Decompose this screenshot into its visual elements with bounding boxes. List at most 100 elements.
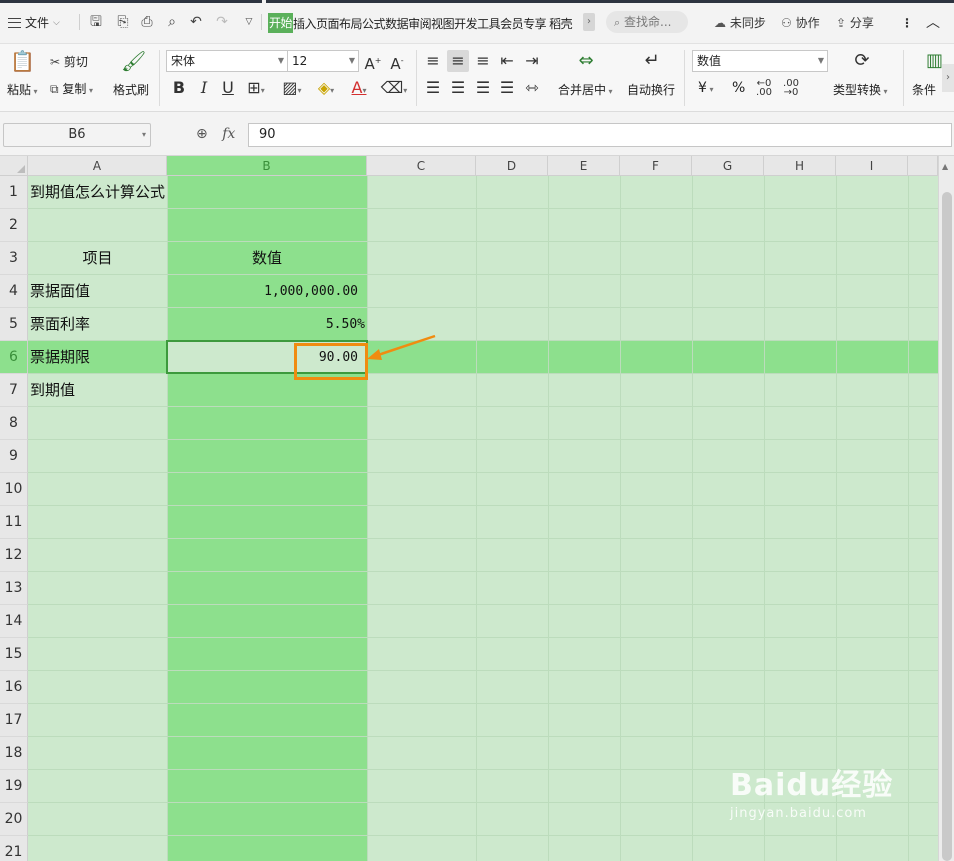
currency-button[interactable]: ¥ ▾	[698, 80, 713, 96]
row-header[interactable]: 15	[0, 638, 28, 671]
cell-a1[interactable]: 到期值怎么计算公式	[30, 176, 165, 209]
tab-home[interactable]: 开始	[268, 13, 294, 33]
merge-center-icon[interactable]: ⇔	[574, 52, 598, 70]
column-header-g[interactable]: G	[692, 156, 764, 176]
row-header[interactable]: 7	[0, 374, 28, 407]
number-format-select[interactable]: 数值 ▼	[692, 50, 828, 72]
format-painter-icon[interactable]: 🖌	[121, 51, 146, 71]
sync-button[interactable]: ☁ 未同步	[714, 13, 766, 33]
align-center-icon[interactable]: ☰	[449, 79, 467, 97]
column-header-b[interactable]: B	[167, 156, 367, 176]
row-header[interactable]: 6	[0, 341, 28, 374]
save-icon[interactable]: 🖫	[87, 13, 105, 31]
type-convert-button[interactable]: 类型转换 ▾	[833, 81, 888, 98]
underline-icon[interactable]: U	[220, 79, 236, 97]
row-header[interactable]: 20	[0, 803, 28, 836]
scrollbar-thumb[interactable]	[942, 192, 952, 861]
row-header[interactable]: 4	[0, 275, 28, 308]
tab-member[interactable]: 会员专享	[500, 15, 547, 32]
merge-center-button[interactable]: 合并居中 ▾	[558, 81, 613, 98]
row-header[interactable]: 8	[0, 407, 28, 440]
row-header[interactable]: 3	[0, 242, 28, 275]
clear-format-icon[interactable]: ⌫▾	[380, 79, 408, 100]
formula-input[interactable]: 90	[248, 123, 952, 147]
vertical-scrollbar[interactable]: ▲	[938, 156, 954, 861]
select-all-corner[interactable]	[0, 156, 28, 176]
column-header-f[interactable]: F	[620, 156, 692, 176]
cut-button[interactable]: ✂ 剪切	[50, 53, 88, 70]
paste-button[interactable]: 粘贴 ▾	[7, 81, 38, 98]
zoom-icon[interactable]: ⊕	[196, 126, 208, 142]
column-header-e[interactable]: E	[548, 156, 620, 176]
command-search[interactable]: ⌕ 查找命...	[606, 11, 688, 33]
align-right-icon[interactable]: ☰	[474, 79, 492, 97]
cell-a4[interactable]: 票据面值	[30, 275, 90, 308]
conditional-format-button[interactable]: 条件	[912, 81, 936, 98]
cell-b5[interactable]: 5.50%	[167, 308, 365, 341]
more-options-icon[interactable]: ⋮	[901, 13, 913, 33]
wrap-text-icon[interactable]: ↵	[640, 52, 664, 70]
file-menu[interactable]: 文件 ⌵	[8, 12, 60, 34]
cell-a6[interactable]: 票据期限	[30, 341, 90, 374]
font-color-icon[interactable]: A▾	[346, 79, 372, 100]
column-header-i[interactable]: I	[836, 156, 908, 176]
align-top-icon[interactable]: ≡	[424, 52, 442, 70]
cell-a3[interactable]: 项目	[28, 242, 167, 275]
tab-insert[interactable]: 插入	[293, 15, 317, 32]
align-bottom-icon[interactable]: ≡	[474, 52, 492, 70]
copy-button[interactable]: ⧉ 复制 ▾	[50, 80, 93, 97]
name-box[interactable]: B6 ▾	[3, 123, 151, 147]
redo-icon[interactable]: ↷	[213, 13, 231, 31]
paste-icon[interactable]: 📋	[10, 51, 35, 76]
row-header[interactable]: 16	[0, 671, 28, 704]
row-header[interactable]: 17	[0, 704, 28, 737]
row-header[interactable]: 13	[0, 572, 28, 605]
row-header[interactable]: 10	[0, 473, 28, 506]
row-header[interactable]: 5	[0, 308, 28, 341]
customize-dropdown-icon[interactable]: ▽	[240, 13, 258, 31]
print-icon[interactable]: ⎙	[138, 13, 156, 31]
font-size-select[interactable]: 12 ▼	[287, 50, 359, 72]
collaborate-button[interactable]: ⚇ 协作	[781, 13, 820, 33]
row-header[interactable]: 19	[0, 770, 28, 803]
tab-view[interactable]: 视图	[431, 15, 455, 32]
format-painter-button[interactable]: 格式刷	[113, 81, 149, 98]
column-header-d[interactable]: D	[476, 156, 548, 176]
row-header[interactable]: 18	[0, 737, 28, 770]
italic-icon[interactable]: I	[196, 79, 212, 97]
tab-page-layout[interactable]: 页面布局	[316, 15, 363, 32]
tab-developer[interactable]: 开发工具	[454, 15, 501, 32]
column-header-j[interactable]	[908, 156, 938, 176]
tab-review[interactable]: 审阅	[408, 15, 432, 32]
align-left-icon[interactable]: ☰	[424, 79, 442, 97]
distributed-align-icon[interactable]: ⇿	[523, 79, 541, 97]
conditional-format-icon[interactable]: ▥	[926, 52, 943, 70]
scroll-up-icon[interactable]: ▲	[942, 162, 948, 171]
decrease-indent-icon[interactable]: ⇤	[498, 52, 516, 70]
tab-data[interactable]: 数据	[385, 15, 409, 32]
percent-button[interactable]: %	[732, 80, 745, 96]
wrap-text-button[interactable]: 自动换行	[627, 81, 675, 98]
column-header-h[interactable]: H	[764, 156, 836, 176]
collapse-ribbon-icon[interactable]: ︿	[926, 13, 940, 33]
cell-b3[interactable]: 数值	[167, 242, 367, 275]
tab-docer[interactable]: 稻壳	[549, 15, 573, 32]
bold-icon[interactable]: B	[171, 79, 187, 97]
row-header[interactable]: 14	[0, 605, 28, 638]
cell-b4[interactable]: 1,000,000.00	[167, 275, 358, 308]
row-header[interactable]: 9	[0, 440, 28, 473]
column-header-a[interactable]: A	[28, 156, 167, 176]
row-header[interactable]: 12	[0, 539, 28, 572]
tabs-scroll-right-icon[interactable]: ›	[583, 13, 595, 31]
increase-font-icon[interactable]: A+	[364, 52, 382, 73]
cell-style-icon[interactable]: ▨▾	[277, 79, 307, 100]
fill-color-icon[interactable]: ◈▾	[312, 79, 340, 100]
row-header[interactable]: 11	[0, 506, 28, 539]
share-button[interactable]: ⇪ 分享	[836, 13, 874, 33]
print-preview-icon[interactable]: ⌕	[163, 13, 181, 31]
increase-indent-icon[interactable]: ⇥	[523, 52, 541, 70]
cell-a7[interactable]: 到期值	[30, 374, 75, 407]
type-convert-icon[interactable]: ⟳	[850, 52, 874, 70]
decrease-font-icon[interactable]: A-	[388, 52, 406, 73]
align-middle-icon[interactable]: ≡	[447, 50, 469, 72]
